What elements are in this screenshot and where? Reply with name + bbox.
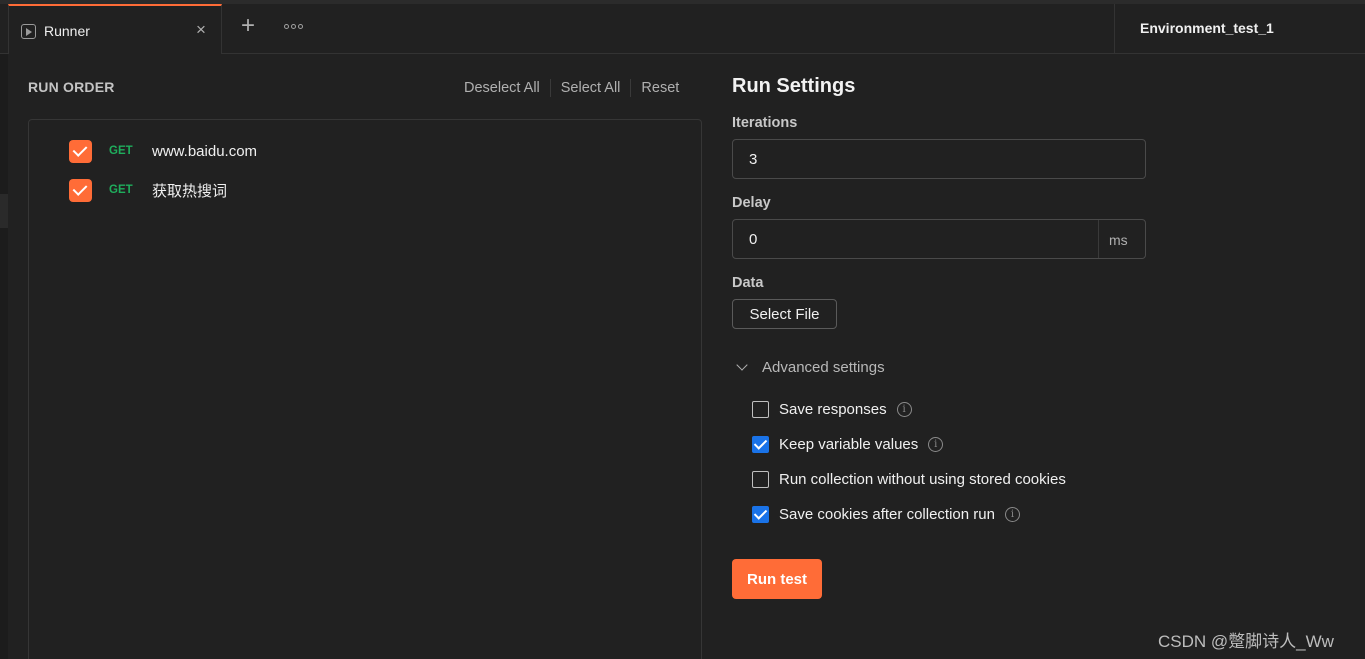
dot	[291, 24, 296, 29]
select-file-button[interactable]: Select File	[732, 299, 837, 329]
left-strip-marker	[0, 194, 8, 228]
list-item[interactable]: GET www.baidu.com	[69, 139, 257, 163]
option-save-responses: Save responses i	[752, 399, 912, 419]
method-badge: GET	[109, 184, 133, 196]
advanced-settings-toggle[interactable]: Advanced settings	[734, 357, 885, 377]
info-icon[interactable]: i	[928, 436, 944, 452]
option-label: Save cookies after collection run	[779, 505, 995, 523]
environment-selector[interactable]: Environment_test_1	[1140, 20, 1274, 36]
add-tab-icon[interactable]: +	[236, 14, 260, 38]
option-label: Run collection without using stored cook…	[779, 470, 1066, 488]
option-run-without-cookies: Run collection without using stored cook…	[752, 469, 1066, 489]
list-item[interactable]: GET 获取热搜词	[69, 178, 227, 202]
info-icon[interactable]: i	[896, 401, 912, 417]
close-icon[interactable]: ×	[193, 20, 209, 40]
runner-icon	[21, 24, 36, 39]
tab-bar: Runner × + Environment_test_1	[0, 0, 1365, 54]
info-icon[interactable]: i	[1004, 506, 1020, 522]
request-checkbox[interactable]	[69, 139, 92, 163]
delay-input[interactable]	[733, 220, 1099, 258]
save-responses-checkbox[interactable]	[752, 400, 769, 418]
left-edge-strip	[0, 54, 8, 659]
save-cookies-checkbox[interactable]	[752, 505, 769, 523]
iterations-label: Iterations	[732, 115, 798, 131]
deselect-all-button[interactable]: Deselect All	[464, 80, 540, 96]
reset-button[interactable]: Reset	[641, 80, 679, 96]
option-keep-variable-values: Keep variable values i	[752, 434, 944, 454]
option-label: Save responses	[779, 400, 887, 418]
dot	[298, 24, 303, 29]
tab-label: Runner	[44, 23, 90, 39]
select-all-button[interactable]: Select All	[561, 80, 621, 96]
more-options-icon[interactable]	[282, 18, 306, 34]
run-order-title: RUN ORDER	[28, 79, 115, 95]
request-name: 获取热搜词	[152, 182, 228, 200]
divider	[1114, 4, 1115, 54]
iterations-input[interactable]	[732, 139, 1146, 179]
delay-field: ms	[732, 219, 1146, 259]
run-settings-title: Run Settings	[732, 75, 856, 97]
option-label: Keep variable values	[779, 435, 919, 453]
option-save-cookies: Save cookies after collection run i	[752, 504, 1020, 524]
request-name: www.baidu.com	[152, 142, 258, 160]
run-order-actions: Deselect All Select All Reset	[464, 78, 679, 98]
tab-runner[interactable]: Runner ×	[8, 4, 222, 54]
advanced-settings-label: Advanced settings	[762, 358, 885, 376]
run-order-list: GET www.baidu.com GET 获取热搜词	[28, 119, 702, 659]
dot	[284, 24, 289, 29]
request-checkbox[interactable]	[69, 178, 92, 202]
delay-label: Delay	[732, 195, 771, 211]
run-test-button[interactable]: Run test	[732, 559, 822, 599]
divider	[630, 79, 632, 97]
watermark: CSDN @蹩脚诗人_Ww	[1158, 632, 1334, 651]
keep-variable-values-checkbox[interactable]	[752, 435, 769, 453]
divider	[549, 79, 551, 97]
data-label: Data	[732, 275, 764, 291]
delay-unit: ms	[1109, 232, 1128, 248]
run-without-cookies-checkbox[interactable]	[752, 470, 769, 488]
chevron-down-icon	[736, 359, 748, 371]
method-badge: GET	[109, 145, 133, 157]
